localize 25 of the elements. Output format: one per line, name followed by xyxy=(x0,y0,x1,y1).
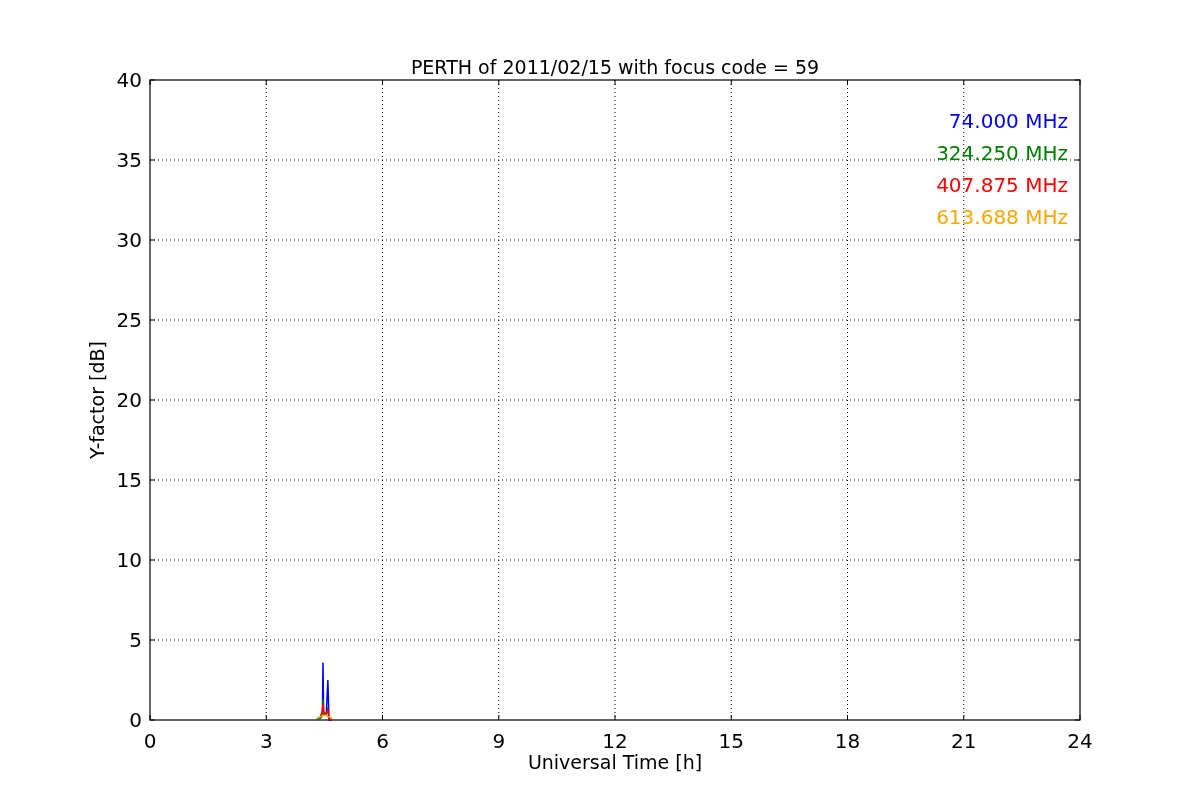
y-tick-label: 15 xyxy=(116,468,142,492)
x-tick-label: 6 xyxy=(376,729,389,753)
y-tick-label: 20 xyxy=(116,388,142,412)
x-tick-label: 24 xyxy=(1067,729,1093,753)
x-tick-label: 18 xyxy=(834,729,861,753)
y-tick-label: 5 xyxy=(129,628,142,652)
y-axis-label: Y-factor [dB] xyxy=(86,341,108,459)
legend-label: 324.250 MHz xyxy=(936,141,1068,165)
y-tick-label: 35 xyxy=(116,148,142,172)
x-tick-label: 15 xyxy=(718,729,744,753)
y-tick-label: 10 xyxy=(116,548,142,572)
x-tick-label: 3 xyxy=(259,729,273,753)
y-tick-label: 0 xyxy=(129,708,142,732)
x-tick-label: 0 xyxy=(143,729,157,753)
chart-title: PERTH of 2011/02/15 with focus code = 59 xyxy=(410,56,820,78)
legend-label: 613.688 MHz xyxy=(936,205,1068,229)
legend-label: 74.000 MHz xyxy=(948,109,1068,133)
x-tick-label: 9 xyxy=(492,729,506,753)
y-tick-label: 40 xyxy=(116,68,142,92)
legend-label: 407.875 MHz xyxy=(936,173,1068,197)
y-tick-label: 30 xyxy=(116,228,142,252)
x-axis-label: Universal Time [h] xyxy=(527,751,703,773)
y-tick-label: 25 xyxy=(116,308,142,332)
x-tick-label: 21 xyxy=(951,729,977,753)
x-tick-label: 12 xyxy=(602,729,628,753)
